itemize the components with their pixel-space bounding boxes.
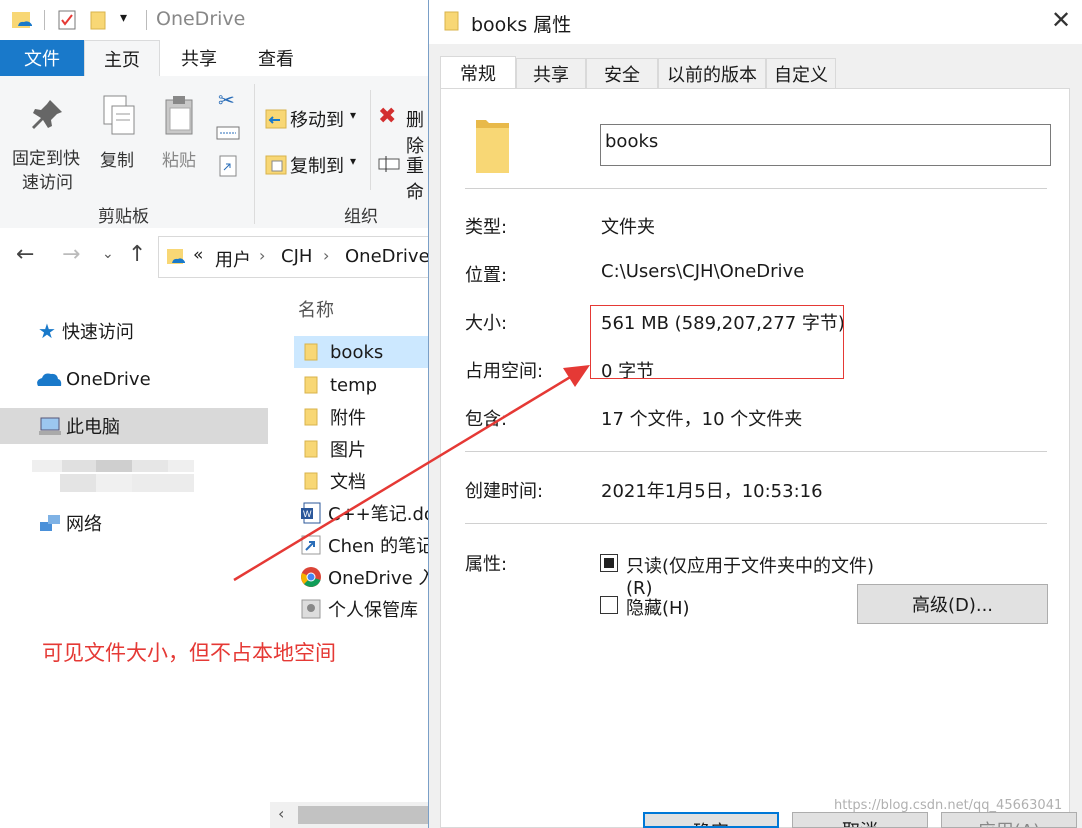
annotation-arrow xyxy=(233,365,590,582)
annotation-text: 可见文件大小，但不占本地空间 xyxy=(42,641,336,665)
